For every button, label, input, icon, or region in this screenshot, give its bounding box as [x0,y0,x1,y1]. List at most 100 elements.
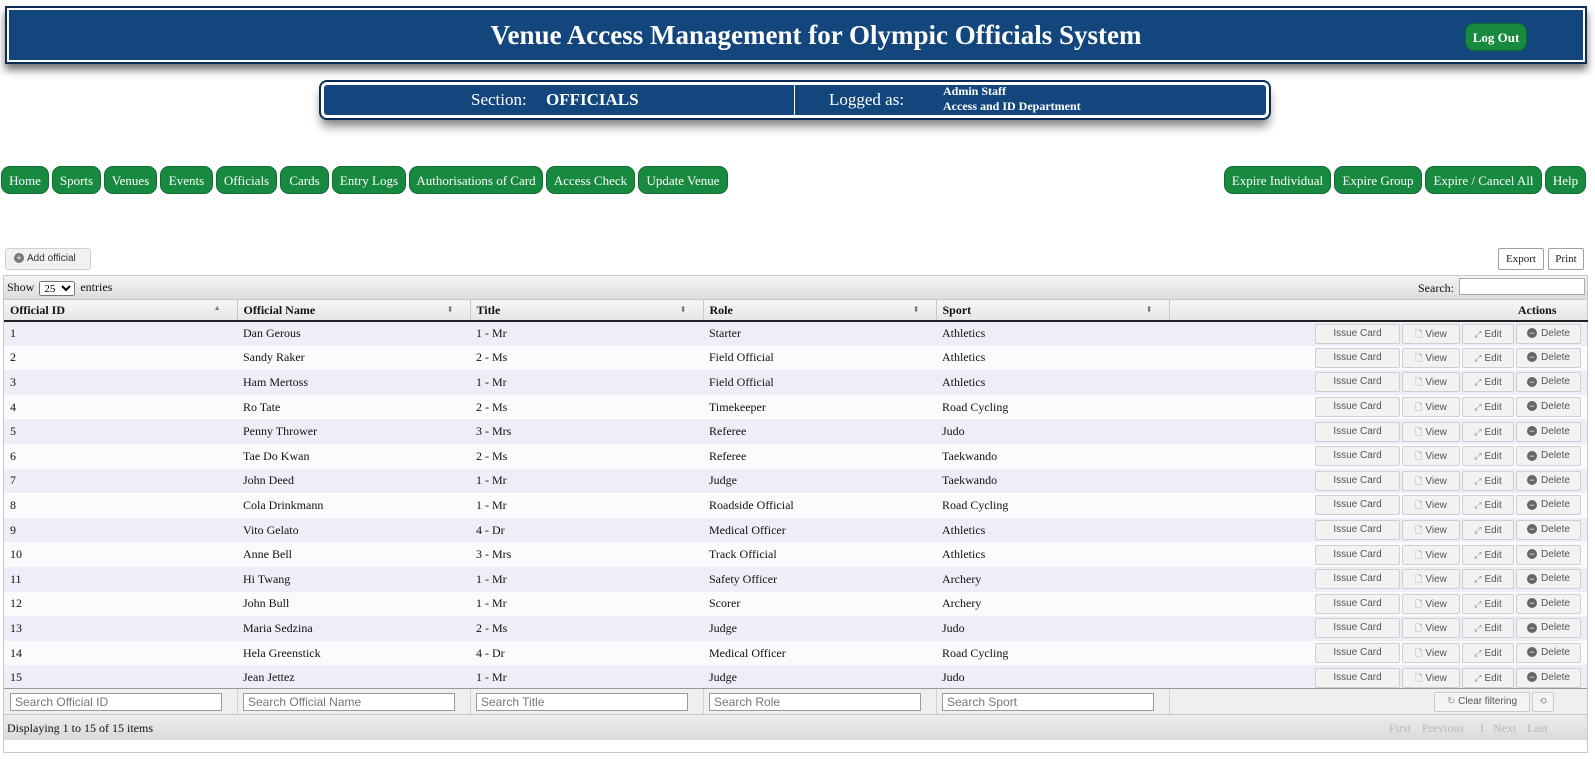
pager-first[interactable]: First [1389,721,1411,736]
edit-button[interactable]: ⤢ Edit [1462,593,1514,614]
nav-venues[interactable]: Venues [104,166,157,194]
export-button[interactable]: Export [1498,248,1544,270]
filter-role[interactable] [709,693,921,711]
delete-button[interactable]: − Delete [1516,446,1581,467]
pager-page-1[interactable]: 1 [1479,721,1485,736]
clear-filtering-button[interactable]: ↻ Clear filtering [1434,692,1530,712]
edit-button[interactable]: ⤢ Edit [1462,643,1514,664]
nav-expire-cancel-all[interactable]: Expire / Cancel All [1425,166,1542,194]
edit-button[interactable]: ⤢ Edit [1462,446,1514,467]
view-button[interactable]: 🗋 View [1402,347,1460,368]
issue-card-button[interactable]: Issue Card [1315,372,1400,393]
nav-help[interactable]: Help [1545,166,1586,194]
issue-card-button[interactable]: Issue Card [1315,520,1400,541]
view-button[interactable]: 🗋 View [1402,667,1460,688]
filter-title[interactable] [476,693,688,711]
edit-button[interactable]: ⤢ Edit [1462,667,1514,688]
issue-card-button[interactable]: Issue Card [1315,618,1400,639]
table-row[interactable]: 8 Cola Drinkmann 1 - Mr Roadside Official Ro… [4,493,1587,518]
issue-card-button[interactable]: Issue Card [1315,593,1400,614]
delete-button[interactable]: − Delete [1516,347,1581,368]
filter-official-id[interactable] [10,693,222,711]
logout-button[interactable]: Log Out [1465,23,1527,51]
nav-sports[interactable]: Sports [52,166,101,194]
table-row[interactable]: 4 Ro Tate 2 - Ms Timekeeper Road Cycling Issu… [4,394,1587,420]
view-button[interactable]: 🗋 View [1402,323,1460,344]
table-row[interactable]: 7 John Deed 1 - Mr Judge Taekwando Issue Card… [4,468,1587,494]
pager-next[interactable]: Next [1493,721,1516,736]
col-role[interactable]: Role ⬍ [703,300,937,322]
view-button[interactable]: 🗋 View [1402,544,1460,565]
print-button[interactable]: Print [1548,248,1584,270]
delete-button[interactable]: − Delete [1516,643,1581,664]
delete-button[interactable]: − Delete [1516,495,1581,516]
reload-button[interactable]: ⟲ [1532,692,1554,712]
nav-officials[interactable]: Officials [216,166,277,194]
add-official-button[interactable]: + Add official [5,248,91,270]
issue-card-button[interactable]: Issue Card [1315,495,1400,516]
view-button[interactable]: 🗋 View [1402,618,1460,639]
nav-update-venue[interactable]: Update Venue [638,166,728,194]
edit-button[interactable]: ⤢ Edit [1462,323,1514,344]
view-button[interactable]: 🗋 View [1402,520,1460,541]
table-row[interactable]: 3 Ham Mertoss 1 - Mr Field Official Athletic… [4,370,1587,395]
col-sport[interactable]: Sport ⬍ [936,300,1170,322]
issue-card-button[interactable]: Issue Card [1315,397,1400,418]
global-search-input[interactable] [1459,278,1585,295]
page-size-select[interactable]: 25 [39,280,76,296]
table-row[interactable]: 10 Anne Bell 3 - Mrs Track Official Athletic… [4,542,1587,567]
edit-button[interactable]: ⤢ Edit [1462,495,1514,516]
filter-sport[interactable] [942,693,1154,711]
edit-button[interactable]: ⤢ Edit [1462,618,1514,639]
view-button[interactable]: 🗋 View [1402,593,1460,614]
edit-button[interactable]: ⤢ Edit [1462,569,1514,590]
delete-button[interactable]: − Delete [1516,372,1581,393]
pager-last[interactable]: Last [1527,721,1548,736]
issue-card-button[interactable]: Issue Card [1315,421,1400,442]
table-row[interactable]: 6 Tae Do Kwan 2 - Ms Referee Taekwando Issue … [4,443,1587,469]
issue-card-button[interactable]: Issue Card [1315,347,1400,368]
col-official-name[interactable]: Official Name ⬍ [237,300,471,322]
issue-card-button[interactable]: Issue Card [1315,667,1400,688]
view-button[interactable]: 🗋 View [1402,446,1460,467]
delete-button[interactable]: − Delete [1516,667,1581,688]
view-button[interactable]: 🗋 View [1402,495,1460,516]
nav-entry-logs[interactable]: Entry Logs [332,166,406,194]
edit-button[interactable]: ⤢ Edit [1462,520,1514,541]
issue-card-button[interactable]: Issue Card [1315,446,1400,467]
delete-button[interactable]: − Delete [1516,618,1581,639]
col-official-id[interactable]: Official ID ▲ [4,300,238,322]
view-button[interactable]: 🗋 View [1402,421,1460,442]
nav-cards[interactable]: Cards [280,166,329,194]
table-row[interactable]: 14 Hela Greenstick 4 - Dr Medical Officer Ro… [4,640,1587,666]
table-row[interactable]: 15 Jean Jettez 1 - Mr Judge Judo Issue Card 🗋 V… [4,665,1587,690]
issue-card-button[interactable]: Issue Card [1315,544,1400,565]
nav-home[interactable]: Home [1,166,49,194]
delete-button[interactable]: − Delete [1516,544,1581,565]
view-button[interactable]: 🗋 View [1402,372,1460,393]
delete-button[interactable]: − Delete [1516,593,1581,614]
delete-button[interactable]: − Delete [1516,520,1581,541]
edit-button[interactable]: ⤢ Edit [1462,421,1514,442]
col-title[interactable]: Title ⬍ [470,300,704,322]
edit-button[interactable]: ⤢ Edit [1462,372,1514,393]
delete-button[interactable]: − Delete [1516,421,1581,442]
filter-official-name[interactable] [243,693,455,711]
issue-card-button[interactable]: Issue Card [1315,569,1400,590]
pager-previous[interactable]: Previous [1422,721,1464,736]
view-button[interactable]: 🗋 View [1402,397,1460,418]
table-row[interactable]: 12 John Bull 1 - Mr Scorer Archery Issue Card… [4,591,1587,617]
nav-authorisations[interactable]: Authorisations of Card [409,166,543,194]
delete-button[interactable]: − Delete [1516,323,1581,344]
issue-card-button[interactable]: Issue Card [1315,323,1400,344]
delete-button[interactable]: − Delete [1516,397,1581,418]
table-row[interactable]: 2 Sandy Raker 2 - Ms Field Official Athletic… [4,345,1587,371]
view-button[interactable]: 🗋 View [1402,470,1460,491]
nav-access-check[interactable]: Access Check [546,166,635,194]
issue-card-button[interactable]: Issue Card [1315,643,1400,664]
edit-button[interactable]: ⤢ Edit [1462,470,1514,491]
nav-expire-individual[interactable]: Expire Individual [1224,166,1331,194]
nav-events[interactable]: Events [160,166,213,194]
issue-card-button[interactable]: Issue Card [1315,470,1400,491]
edit-button[interactable]: ⤢ Edit [1462,397,1514,418]
